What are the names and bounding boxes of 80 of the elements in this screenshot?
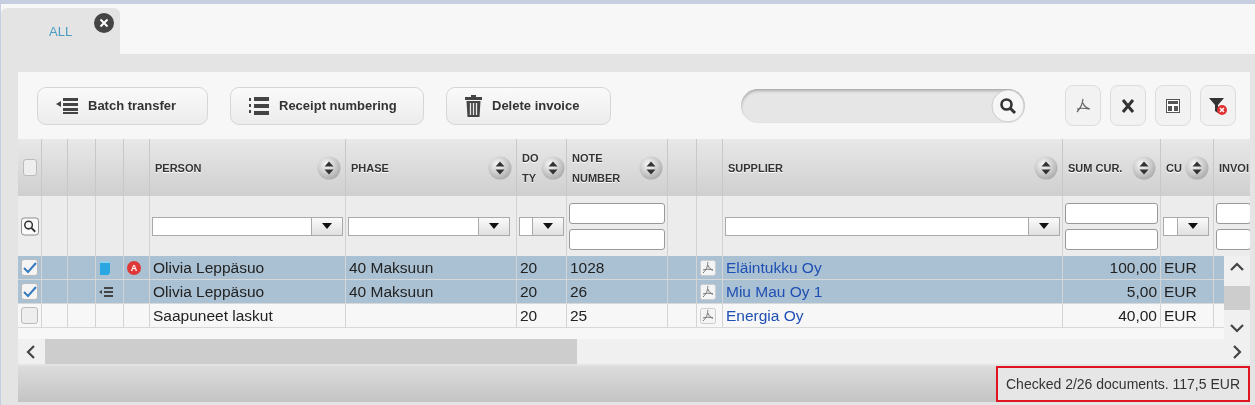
filter-input[interactable] (569, 228, 665, 250)
table-cell: 5,00 (1126, 281, 1157, 302)
table-cell: 100,00 (1109, 257, 1157, 278)
caret-icon (489, 223, 499, 229)
search-icon[interactable] (991, 88, 1025, 123)
clear-filter-button[interactable] (1200, 85, 1236, 126)
filter-input[interactable] (1065, 228, 1158, 250)
column-header: CU (1166, 160, 1183, 176)
vertical-scrollbar[interactable] (1224, 256, 1250, 339)
pdf-icon (1074, 96, 1092, 115)
supplier-link[interactable]: Eläintukku Oy (726, 257, 822, 278)
caret-icon (543, 223, 553, 229)
excel-export-button[interactable] (1110, 85, 1146, 126)
pdf-icon[interactable] (700, 307, 716, 324)
table-cell: 20 (520, 305, 538, 326)
table-cell: EUR (1164, 281, 1197, 302)
toolbar-button[interactable]: Batch transfer (37, 86, 208, 125)
close-icon[interactable] (94, 13, 114, 33)
status-text: Checked 2/26 documents. 117,5 EUR (996, 366, 1250, 402)
delete-button[interactable]: Delete invoice (446, 86, 611, 125)
numbered-list-icon (249, 96, 269, 115)
alert-badge: A (127, 260, 141, 275)
filter-input[interactable] (569, 202, 665, 224)
scroll-down-icon[interactable] (1230, 324, 1244, 333)
filter-dropdown[interactable] (519, 216, 564, 236)
sort-icon[interactable] (639, 155, 663, 180)
trash-icon (465, 94, 482, 117)
filter-input[interactable] (1065, 202, 1158, 224)
sort-icon[interactable] (1185, 155, 1209, 180)
column-header: SUM CUR. (1068, 160, 1124, 176)
row-checkbox[interactable] (21, 259, 38, 276)
filter-input[interactable] (1216, 202, 1250, 224)
filter-dropdown[interactable] (1163, 216, 1209, 236)
table-cell: Olivia Leppäsuo (153, 281, 265, 302)
scroll-right-icon[interactable] (1232, 344, 1242, 359)
pdf-export-button[interactable] (1065, 85, 1101, 126)
supplier-link[interactable]: Miu Mau Oy 1 (726, 281, 823, 302)
row-checkbox[interactable] (21, 283, 38, 300)
layout-button[interactable] (1155, 85, 1191, 126)
supplier-link[interactable]: Energia Oy (726, 305, 804, 326)
column-header: NOTE NUMBER (572, 150, 622, 186)
table-cell: 20 (520, 257, 538, 278)
toolbar-button[interactable]: Receipt numbering (230, 86, 424, 125)
table-cell: EUR (1164, 305, 1197, 326)
scroll-up-icon[interactable] (1230, 262, 1244, 271)
pdf-icon[interactable] (700, 259, 716, 276)
table-cell: 1028 (570, 257, 605, 278)
scroll-left-icon[interactable] (26, 344, 36, 359)
sort-icon[interactable] (317, 155, 341, 180)
sort-icon[interactable] (488, 155, 512, 180)
search-field[interactable] (741, 88, 1025, 123)
table-cell: 20 (520, 281, 538, 302)
column-header: DO TY (522, 150, 539, 186)
pdf-icon[interactable] (700, 283, 716, 300)
table-cell: Olivia Leppäsuo (153, 257, 265, 278)
layout-icon (1166, 98, 1180, 113)
table-cell: Saapuneet laskut (153, 305, 273, 326)
search-icon[interactable] (21, 216, 39, 236)
column-header: INVOI (1219, 160, 1249, 176)
row-checkbox[interactable] (21, 307, 38, 324)
table-cell: 26 (570, 281, 588, 302)
table-cell: 40,00 (1118, 305, 1157, 326)
table-cell: 25 (570, 305, 588, 326)
clear-filter-icon (1208, 95, 1228, 116)
sort-icon[interactable] (1034, 155, 1058, 180)
select-all-checkbox[interactable] (23, 159, 37, 176)
column-header: PHASE (351, 160, 390, 176)
caret-icon (1039, 223, 1049, 229)
caret-icon (322, 223, 332, 229)
sort-icon[interactable] (1132, 155, 1156, 180)
caret-icon (1188, 223, 1198, 229)
table-cell: EUR (1164, 257, 1197, 278)
table-cell: 40 Maksuun (349, 281, 434, 302)
sort-icon[interactable] (540, 155, 565, 180)
excel-icon (1121, 98, 1135, 113)
list-icon (56, 97, 78, 114)
table-cell: 40 Maksuun (349, 257, 434, 278)
filter-input[interactable] (1216, 228, 1250, 250)
column-header: PERSON (155, 160, 203, 176)
column-header: SUPPLIER (728, 160, 784, 176)
